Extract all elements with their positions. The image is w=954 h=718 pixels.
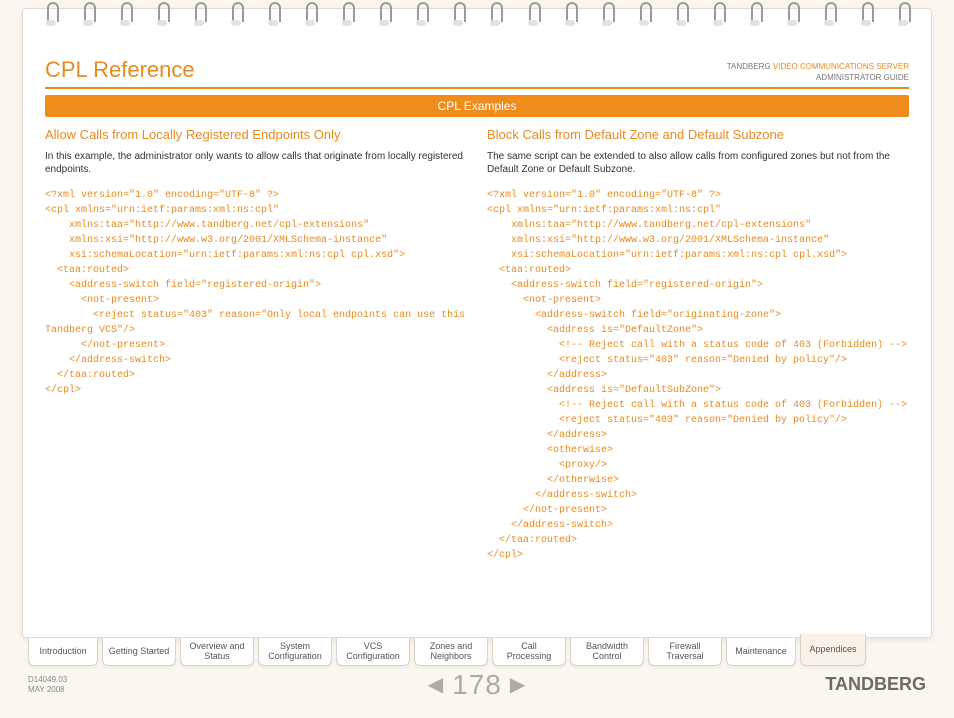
section-bar: CPL Examples: [45, 95, 909, 117]
spiral-ring: [637, 0, 651, 32]
tab-label-line: Status: [185, 651, 249, 661]
footer: D14049.03 MAY 2008 ◀ 178 ▶ TANDBERG: [28, 674, 926, 695]
page-number-nav: ◀ 178 ▶: [428, 669, 527, 701]
tab-overview-and-status[interactable]: Overview andStatus: [180, 638, 254, 666]
tab-firewall-traversal[interactable]: FirewallTraversal: [648, 638, 722, 666]
spiral-ring: [748, 0, 762, 32]
spiral-ring: [118, 0, 132, 32]
right-heading: Block Calls from Default Zone and Defaul…: [487, 127, 909, 142]
header-subtitle: ADMINISTRATOR GUIDE: [727, 72, 909, 83]
tab-getting-started[interactable]: Getting Started: [102, 638, 176, 666]
spiral-binding: [22, 0, 932, 36]
spiral-ring: [303, 0, 317, 32]
tab-label-line: Zones and: [419, 641, 483, 651]
left-description: In this example, the administrator only …: [45, 150, 467, 176]
spiral-ring: [229, 0, 243, 32]
spiral-ring: [711, 0, 725, 32]
spiral-ring: [414, 0, 428, 32]
tab-system-configuration[interactable]: SystemConfiguration: [258, 638, 332, 666]
tab-label-line: Firewall: [653, 641, 717, 651]
spiral-ring: [563, 0, 577, 32]
tab-label-line: Neighbors: [419, 651, 483, 661]
tab-call-processing[interactable]: CallProcessing: [492, 638, 566, 666]
page-container: CPL Reference TANDBERG VIDEO COMMUNICATI…: [22, 8, 932, 638]
right-code-block: <?xml version="1.0" encoding="UTF-8" ?> …: [487, 188, 909, 563]
spiral-ring: [488, 0, 502, 32]
doc-date: MAY 2008: [28, 685, 67, 695]
tab-bandwidth-control[interactable]: BandwidthControl: [570, 638, 644, 666]
spiral-ring: [266, 0, 280, 32]
prev-page-arrow-icon[interactable]: ◀: [428, 672, 444, 697]
tab-vcs-configuration[interactable]: VCSConfiguration: [336, 638, 410, 666]
tab-label-line: Processing: [497, 651, 561, 661]
tab-label-line: Getting Started: [107, 646, 171, 656]
spiral-ring: [340, 0, 354, 32]
next-page-arrow-icon[interactable]: ▶: [510, 672, 526, 697]
tab-label-line: Traversal: [653, 651, 717, 661]
spiral-ring: [859, 0, 873, 32]
tab-label-line: Appendices: [805, 644, 861, 654]
spiral-ring: [896, 0, 910, 32]
spiral-ring: [822, 0, 836, 32]
tab-label-line: Configuration: [263, 651, 327, 661]
spiral-ring: [785, 0, 799, 32]
tab-label-line: VCS: [341, 641, 405, 651]
tab-label-line: Control: [575, 651, 639, 661]
tab-label-line: Configuration: [341, 651, 405, 661]
page-title: CPL Reference: [45, 57, 195, 83]
spiral-ring: [600, 0, 614, 32]
doc-id-block: D14049.03 MAY 2008: [28, 675, 67, 695]
right-description: The same script can be extended to also …: [487, 150, 909, 176]
tab-row: IntroductionGetting StartedOverview andS…: [28, 638, 928, 666]
spiral-ring: [81, 0, 95, 32]
tab-label-line: Call: [497, 641, 561, 651]
header-row: CPL Reference TANDBERG VIDEO COMMUNICATI…: [45, 57, 909, 89]
left-heading: Allow Calls from Locally Registered Endp…: [45, 127, 467, 142]
tab-label-line: System: [263, 641, 327, 651]
spiral-ring: [526, 0, 540, 32]
header-right: TANDBERG VIDEO COMMUNICATIONS SERVER ADM…: [727, 61, 909, 83]
right-column: Block Calls from Default Zone and Defaul…: [487, 127, 909, 563]
tab-appendices[interactable]: Appendices: [800, 634, 866, 666]
tab-introduction[interactable]: Introduction: [28, 638, 98, 666]
brand-prefix: TANDBERG: [727, 62, 773, 71]
left-code-block: <?xml version="1.0" encoding="UTF-8" ?> …: [45, 188, 467, 398]
tab-label-line: Overview and: [185, 641, 249, 651]
page-number: 178: [452, 669, 502, 701]
spiral-ring: [44, 0, 58, 32]
doc-id: D14049.03: [28, 675, 67, 685]
content-columns: Allow Calls from Locally Registered Endp…: [45, 127, 909, 563]
spiral-ring: [192, 0, 206, 32]
tab-label-line: Maintenance: [731, 646, 791, 656]
spiral-ring: [451, 0, 465, 32]
tab-maintenance[interactable]: Maintenance: [726, 638, 796, 666]
brand-product: VIDEO COMMUNICATIONS SERVER: [773, 62, 909, 71]
tab-label-line: Introduction: [33, 646, 93, 656]
spiral-ring: [155, 0, 169, 32]
footer-brand: TANDBERG: [825, 674, 926, 695]
spiral-ring: [674, 0, 688, 32]
tab-label-line: Bandwidth: [575, 641, 639, 651]
spiral-ring: [377, 0, 391, 32]
left-column: Allow Calls from Locally Registered Endp…: [45, 127, 467, 563]
tab-zones-and-neighbors[interactable]: Zones andNeighbors: [414, 638, 488, 666]
